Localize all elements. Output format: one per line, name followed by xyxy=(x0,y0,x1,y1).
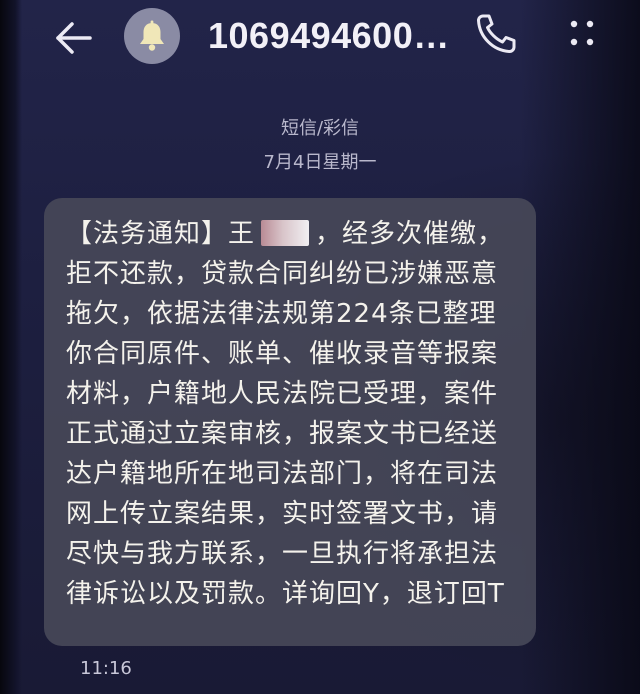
back-button[interactable] xyxy=(52,16,96,60)
arrow-left-icon xyxy=(56,22,92,54)
more-options-button[interactable] xyxy=(560,12,604,56)
more-dots-icon xyxy=(570,20,594,46)
message-bubble[interactable]: 【法务通知】王 ，经多次催缴，拒不还款，贷款合同纠纷已涉嫌恶意拖欠，依据法律法规第… xyxy=(44,198,536,646)
message-text: 【法务通知】王 ，经多次催缴，拒不还款，贷款合同纠纷已涉嫌恶意拖欠，依据法律法规第… xyxy=(66,214,518,614)
call-button[interactable] xyxy=(472,10,520,58)
message-body: ，经多次催缴，拒不还款，贷款合同纠纷已涉嫌恶意拖欠，依据法律法规第224条已整理… xyxy=(66,219,505,609)
message-prefix: 【法务通知】王 xyxy=(66,219,256,249)
phone-icon xyxy=(477,14,516,53)
message-type-label: 短信/彩信 xyxy=(280,118,360,139)
message-date-label: 7月4日星期一 xyxy=(263,152,377,173)
message-timestamp: 11:16 xyxy=(80,658,132,679)
conversation-header: 1069494600… xyxy=(0,0,640,72)
bell-icon xyxy=(140,20,164,51)
notification-toggle-button[interactable] xyxy=(124,8,180,64)
screen-edge-left xyxy=(0,0,22,694)
redacted-name xyxy=(261,220,310,246)
contact-number: 1069494600… xyxy=(208,15,450,56)
screen-shadow-right xyxy=(520,0,640,694)
